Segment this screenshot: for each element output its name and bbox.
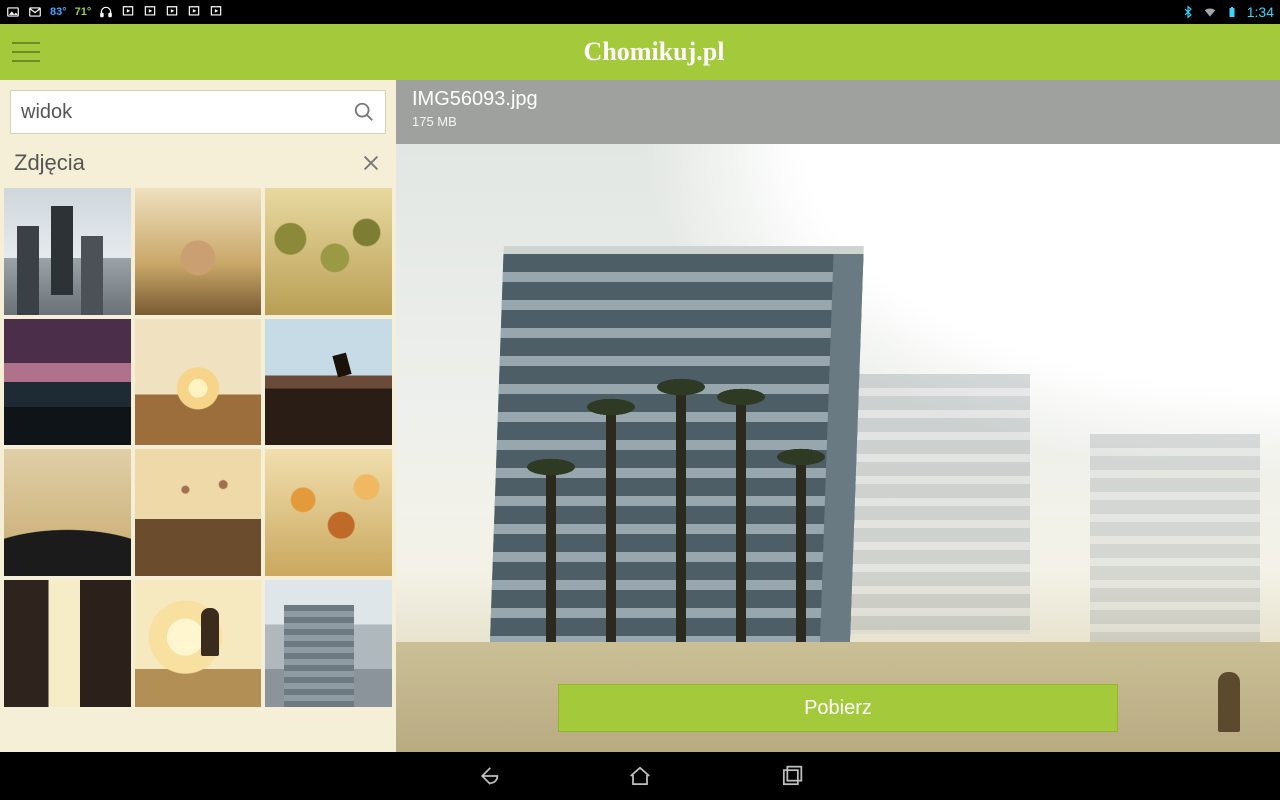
file-info-bar: IMG56093.jpg 175 MB [396, 80, 1280, 144]
recents-button[interactable] [776, 760, 808, 792]
back-button[interactable] [472, 760, 504, 792]
photo-preview[interactable] [396, 144, 1280, 752]
thumbnail[interactable] [4, 188, 131, 315]
category-title: Zdjęcia [14, 150, 85, 176]
appbar: Chomikuj.pl [0, 24, 1280, 80]
category-header: Zdjęcia [0, 140, 396, 188]
android-statusbar: 83° 71° 1:34 [0, 0, 1280, 24]
thumbnail[interactable] [135, 580, 262, 707]
thumbnail[interactable] [4, 580, 131, 707]
temp-2: 71° [75, 6, 92, 18]
android-navbar [0, 752, 1280, 800]
temp-1: 83° [50, 6, 67, 18]
file-size: 175 MB [412, 114, 1264, 129]
search-input[interactable] [21, 101, 353, 124]
bluetooth-icon [1181, 5, 1195, 19]
search-icon[interactable] [353, 101, 375, 123]
app-title: Chomikuj.pl [584, 37, 725, 67]
thumbnail[interactable] [135, 319, 262, 446]
thumbnail[interactable] [135, 449, 262, 576]
preview-pane: IMG56093.jpg 175 MB Pobierz [396, 80, 1280, 752]
wifi-icon [1203, 5, 1217, 19]
clock: 1:34 [1247, 4, 1274, 20]
thumbnail[interactable] [4, 449, 131, 576]
thumbnail-grid [0, 188, 396, 707]
close-icon[interactable] [360, 152, 382, 174]
thumbnail[interactable] [265, 188, 392, 315]
thumbnail[interactable] [135, 188, 262, 315]
thumbnail[interactable] [4, 319, 131, 446]
play-store-icon [187, 5, 201, 19]
mail-icon [28, 5, 42, 19]
play-store-icon [143, 5, 157, 19]
download-button[interactable]: Pobierz [558, 684, 1118, 732]
search-box[interactable] [10, 90, 386, 134]
file-name: IMG56093.jpg [412, 88, 1264, 111]
headphones-icon [99, 5, 113, 19]
play-store-icon [165, 5, 179, 19]
sidebar: Zdjęcia [0, 80, 396, 752]
thumbnail[interactable] [265, 319, 392, 446]
picture-icon [6, 5, 20, 19]
thumbnail[interactable] [265, 580, 392, 707]
home-button[interactable] [624, 760, 656, 792]
battery-icon [1225, 5, 1239, 19]
menu-button[interactable] [12, 42, 40, 62]
thumbnail[interactable] [265, 449, 392, 576]
play-store-icon [121, 5, 135, 19]
download-label: Pobierz [804, 697, 872, 720]
play-store-icon [209, 5, 223, 19]
